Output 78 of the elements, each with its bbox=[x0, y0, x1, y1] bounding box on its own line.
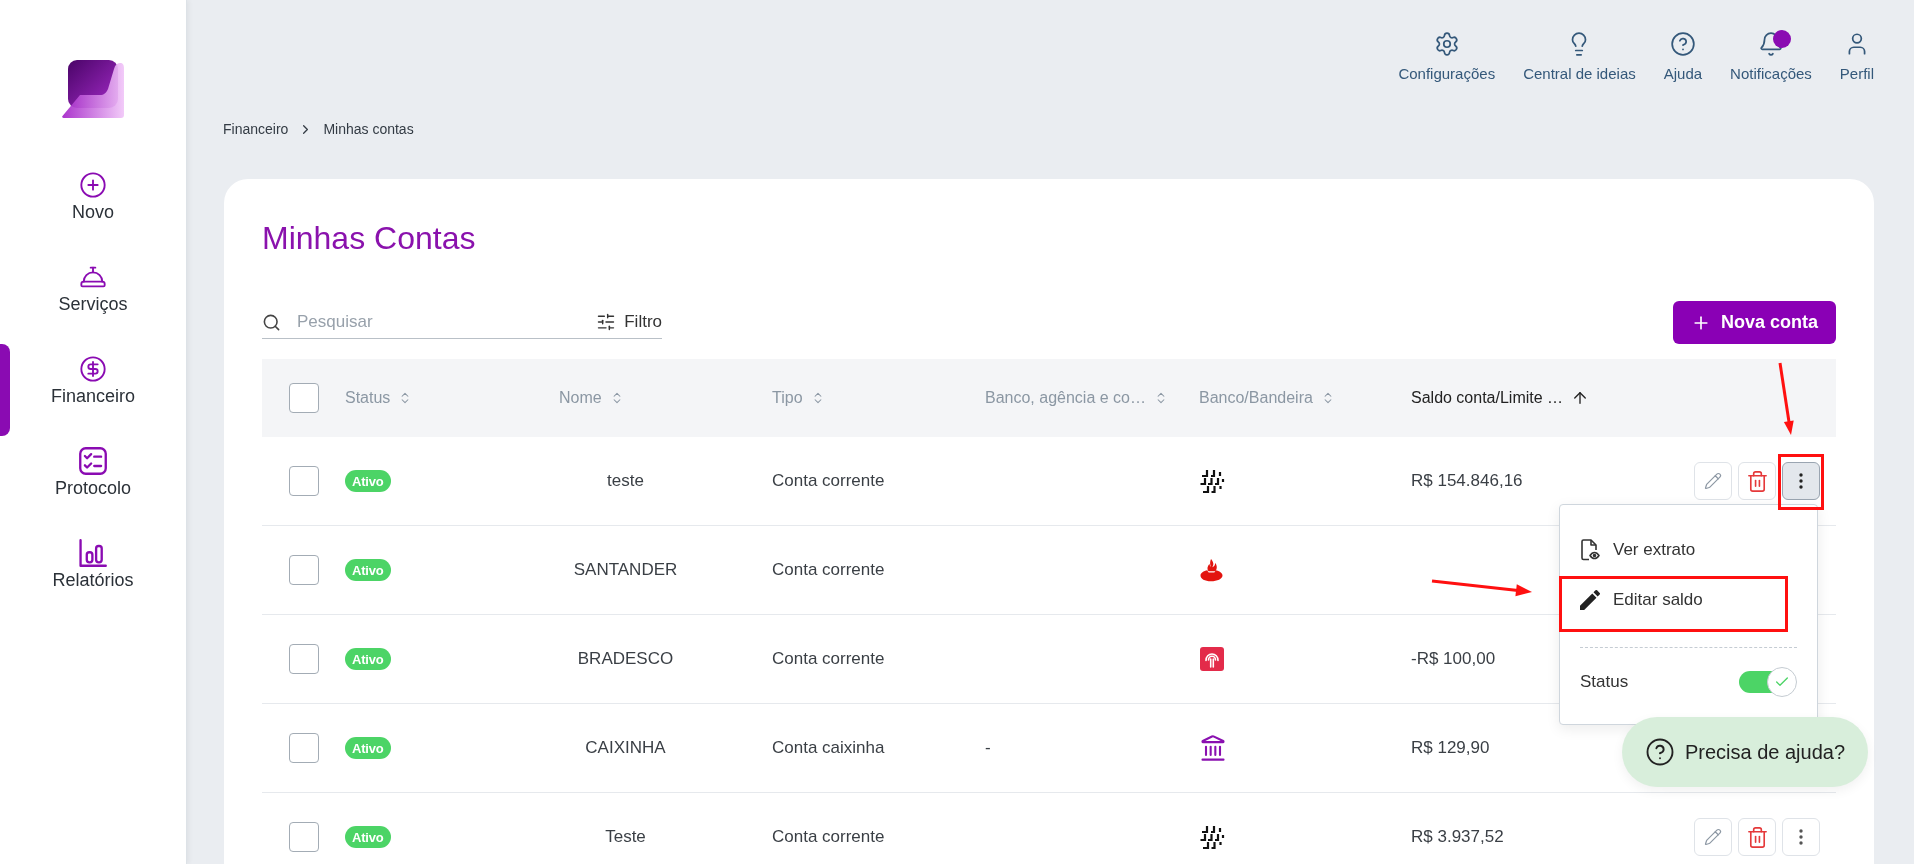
status-label: Status bbox=[1580, 672, 1629, 692]
column-header[interactable]: Saldo conta/Limite … bbox=[1411, 389, 1564, 407]
sidebar-item[interactable]: Protocolo bbox=[50, 447, 135, 499]
row-checkbox[interactable] bbox=[289, 644, 319, 674]
account-balance: R$ 3.937,52 bbox=[1411, 827, 1504, 847]
search-field[interactable]: Pesquisar bbox=[295, 311, 575, 333]
status-badge: Ativo bbox=[345, 826, 391, 848]
sidebar-item[interactable]: Novo bbox=[68, 171, 118, 223]
delete-button[interactable] bbox=[1738, 818, 1776, 856]
breadcrumb-link[interactable]: Financeiro bbox=[223, 120, 289, 138]
account-name: Teste bbox=[605, 827, 646, 847]
new-account-button[interactable]: Nova conta bbox=[1672, 301, 1836, 344]
help-icon bbox=[1669, 31, 1696, 57]
delete-button[interactable] bbox=[1738, 462, 1776, 500]
account-name: teste bbox=[607, 471, 644, 491]
bell-icon bbox=[1757, 31, 1784, 57]
document-eye-icon bbox=[1580, 539, 1600, 561]
maze-logo-icon bbox=[1199, 468, 1225, 494]
account-balance: R$ 154.846,16 bbox=[1411, 471, 1523, 491]
sliders-icon bbox=[596, 312, 617, 332]
header-action[interactable]: Central de ideias bbox=[1509, 31, 1650, 83]
more-options-button[interactable] bbox=[1782, 462, 1820, 500]
header-action[interactable]: Configurações bbox=[1384, 31, 1510, 83]
status-badge: Ativo bbox=[345, 737, 391, 759]
checklist-icon bbox=[79, 447, 107, 475]
pencil-icon bbox=[1704, 472, 1722, 490]
menu-item[interactable]: Ver extrato bbox=[1560, 525, 1817, 575]
header-action[interactable]: Perfil bbox=[1825, 31, 1888, 83]
header-action[interactable]: Ajuda bbox=[1649, 31, 1717, 83]
account-type: Conta corrente bbox=[772, 827, 885, 847]
maze-logo-icon bbox=[1199, 824, 1225, 850]
row-checkbox[interactable] bbox=[289, 466, 319, 496]
status-badge: Ativo bbox=[345, 559, 391, 581]
sidebar-item[interactable]: Relatórios bbox=[48, 539, 138, 591]
search-icon bbox=[262, 312, 281, 332]
account-type: Conta corrente bbox=[772, 471, 885, 491]
account-balance: R$ 129,90 bbox=[1411, 738, 1490, 758]
app-logo bbox=[62, 59, 124, 119]
tree-logo-icon bbox=[1199, 646, 1225, 672]
account-type: Conta corrente bbox=[772, 649, 885, 669]
row-checkbox[interactable] bbox=[289, 822, 319, 852]
kebab-icon bbox=[1799, 473, 1803, 489]
settings-icon bbox=[1433, 31, 1460, 57]
dollar-circle-icon bbox=[79, 355, 107, 383]
pencil-icon bbox=[1704, 828, 1722, 846]
edit-button[interactable] bbox=[1694, 818, 1732, 856]
sidebar-item[interactable]: Financeiro bbox=[46, 355, 139, 407]
kebab-icon bbox=[1799, 829, 1803, 845]
plus-circle-icon bbox=[79, 171, 107, 199]
bank-branch: - bbox=[985, 738, 991, 758]
status-badge: Ativo bbox=[345, 648, 391, 670]
edit-button[interactable] bbox=[1694, 462, 1732, 500]
pencil-icon bbox=[1580, 590, 1600, 610]
help-chat-button[interactable]: Precisa de ajuda? bbox=[1622, 717, 1868, 787]
account-balance: -R$ 100,00 bbox=[1411, 649, 1496, 669]
page-title: Minhas Contas bbox=[262, 219, 477, 257]
account-type: Conta caixinha bbox=[772, 738, 885, 758]
status-toggle[interactable] bbox=[1739, 667, 1797, 697]
header-action[interactable]: Notificações bbox=[1716, 31, 1826, 83]
flame-logo-icon bbox=[1199, 557, 1225, 583]
row-checkbox[interactable] bbox=[289, 733, 319, 763]
account-name: BRADESCO bbox=[577, 649, 674, 669]
trash-icon bbox=[1745, 825, 1769, 849]
filter-button[interactable]: Filtro bbox=[596, 312, 662, 332]
bank-building-icon bbox=[1199, 734, 1227, 762]
status-badge: Ativo bbox=[345, 470, 391, 492]
menu-item[interactable]: Editar saldo bbox=[1560, 575, 1817, 625]
bar-chart-icon bbox=[79, 539, 107, 567]
account-name: SANTANDER bbox=[573, 560, 678, 580]
sidebar-item[interactable]: Serviços bbox=[54, 263, 132, 315]
trash-icon bbox=[1745, 469, 1769, 493]
breadcrumb-current: Minhas contas bbox=[323, 120, 414, 138]
account-name: CAIXINHA bbox=[585, 738, 666, 758]
select-all-checkbox[interactable] bbox=[289, 383, 319, 413]
account-type: Conta corrente bbox=[772, 560, 885, 580]
highlight-frame bbox=[1778, 454, 1824, 510]
help-icon bbox=[1644, 737, 1675, 767]
row-checkbox[interactable] bbox=[289, 555, 319, 585]
